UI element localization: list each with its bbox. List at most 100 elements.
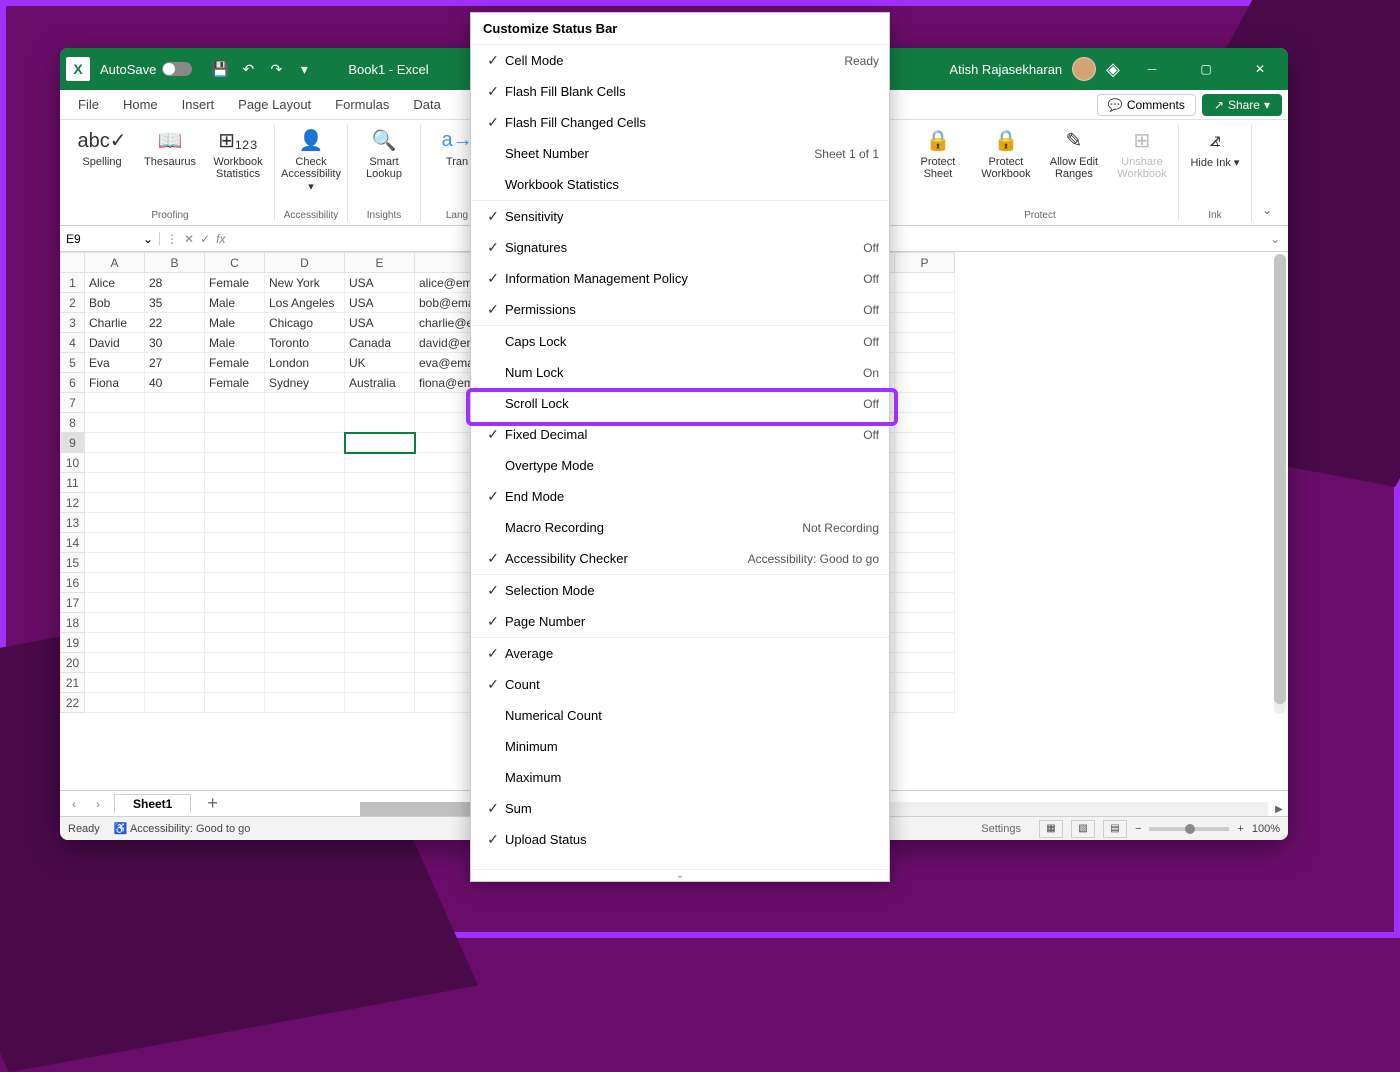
row-header[interactable]: 13 — [61, 513, 85, 533]
allow-edit-ranges-button[interactable]: ✎Allow Edit Ranges — [1044, 124, 1104, 180]
cell[interactable] — [345, 693, 415, 713]
cell[interactable] — [895, 413, 955, 433]
row-header[interactable]: 14 — [61, 533, 85, 553]
cell[interactable] — [145, 393, 205, 413]
cell[interactable] — [895, 273, 955, 293]
cell[interactable] — [85, 433, 145, 453]
cell[interactable] — [265, 493, 345, 513]
cell[interactable]: Canada — [345, 333, 415, 353]
cell[interactable]: Toronto — [265, 333, 345, 353]
cell[interactable] — [85, 593, 145, 613]
cell[interactable] — [345, 633, 415, 653]
status-bar-option[interactable]: ✓ Average — [471, 638, 889, 669]
cell[interactable] — [145, 473, 205, 493]
cell[interactable] — [345, 593, 415, 613]
cell[interactable] — [205, 613, 265, 633]
status-bar-option[interactable]: ✓ Selection Mode — [471, 575, 889, 606]
cell[interactable] — [145, 413, 205, 433]
cell[interactable] — [85, 633, 145, 653]
avatar-icon[interactable] — [1072, 57, 1096, 81]
tab-file[interactable]: File — [66, 91, 111, 118]
status-bar-option[interactable]: ✓ Signatures Off — [471, 232, 889, 263]
status-bar-option[interactable]: ✓ Information Management Policy Off — [471, 263, 889, 294]
row-header[interactable]: 8 — [61, 413, 85, 433]
cell[interactable] — [205, 393, 265, 413]
cell[interactable] — [265, 393, 345, 413]
column-header[interactable]: E — [345, 253, 415, 273]
cell[interactable] — [205, 473, 265, 493]
cell[interactable]: USA — [345, 313, 415, 333]
column-header[interactable]: P — [895, 253, 955, 273]
options-icon[interactable]: ⋮ — [166, 232, 178, 246]
cell[interactable] — [345, 473, 415, 493]
cell[interactable] — [205, 553, 265, 573]
cell[interactable] — [345, 493, 415, 513]
cell[interactable] — [895, 393, 955, 413]
status-bar-option[interactable]: Minimum — [471, 731, 889, 762]
cell[interactable] — [345, 433, 415, 453]
cell[interactable] — [265, 513, 345, 533]
row-header[interactable]: 5 — [61, 353, 85, 373]
select-all-corner[interactable] — [61, 253, 85, 273]
cell[interactable] — [265, 473, 345, 493]
cell[interactable] — [895, 373, 955, 393]
protect-workbook-button[interactable]: 🔒Protect Workbook — [976, 124, 1036, 180]
cell[interactable] — [205, 433, 265, 453]
row-header[interactable]: 1 — [61, 273, 85, 293]
collapse-ribbon-icon[interactable]: ⌄ — [1252, 199, 1282, 221]
status-bar-option[interactable]: ✓ Upload Status — [471, 824, 889, 855]
row-header[interactable]: 10 — [61, 453, 85, 473]
sheet-nav-next-icon[interactable]: › — [90, 797, 106, 811]
cell[interactable]: David — [85, 333, 145, 353]
cell[interactable] — [145, 673, 205, 693]
cell[interactable] — [345, 673, 415, 693]
column-header[interactable]: D — [265, 253, 345, 273]
cell[interactable]: New York — [265, 273, 345, 293]
maximize-button[interactable]: ▢ — [1184, 54, 1228, 84]
cell[interactable] — [145, 453, 205, 473]
cell[interactable] — [265, 613, 345, 633]
column-header[interactable]: B — [145, 253, 205, 273]
cell[interactable] — [895, 293, 955, 313]
cell[interactable] — [345, 513, 415, 533]
cell[interactable] — [85, 573, 145, 593]
status-bar-option[interactable]: Num Lock On — [471, 357, 889, 388]
row-header[interactable]: 18 — [61, 613, 85, 633]
status-bar-option[interactable]: Sheet Number Sheet 1 of 1 — [471, 138, 889, 169]
cell[interactable]: Los Angeles — [265, 293, 345, 313]
cell[interactable] — [345, 653, 415, 673]
cell[interactable] — [145, 573, 205, 593]
cell[interactable] — [895, 513, 955, 533]
row-header[interactable]: 7 — [61, 393, 85, 413]
protect-sheet-button[interactable]: 🔒Protect Sheet — [908, 124, 968, 180]
tab-page-layout[interactable]: Page Layout — [226, 91, 323, 118]
cell[interactable]: Alice — [85, 273, 145, 293]
cell[interactable] — [345, 613, 415, 633]
page-break-view-icon[interactable]: ▤ — [1103, 820, 1127, 838]
cell[interactable] — [145, 693, 205, 713]
zoom-slider[interactable] — [1149, 827, 1229, 831]
status-bar-option[interactable]: ✓ Fixed Decimal Off — [471, 419, 889, 450]
cell[interactable]: Chicago — [265, 313, 345, 333]
cell[interactable] — [145, 493, 205, 513]
cell[interactable]: London — [265, 353, 345, 373]
cell[interactable]: 27 — [145, 353, 205, 373]
row-header[interactable]: 9 — [61, 433, 85, 453]
status-bar-option[interactable]: Scroll Lock Off — [471, 388, 889, 419]
cell[interactable] — [145, 553, 205, 573]
cell[interactable] — [85, 613, 145, 633]
cell[interactable] — [85, 553, 145, 573]
scroll-right-icon[interactable]: ▶ — [1272, 802, 1286, 816]
zoom-percent[interactable]: 100% — [1252, 823, 1280, 835]
row-header[interactable]: 22 — [61, 693, 85, 713]
cell[interactable] — [265, 573, 345, 593]
minimize-button[interactable]: ─ — [1130, 54, 1174, 84]
sheet-nav-prev-icon[interactable]: ‹ — [66, 797, 82, 811]
row-header[interactable]: 3 — [61, 313, 85, 333]
cell[interactable] — [265, 593, 345, 613]
tab-formulas[interactable]: Formulas — [323, 91, 401, 118]
qat-dropdown-icon[interactable]: ▾ — [290, 55, 318, 83]
redo-icon[interactable]: ↷ — [262, 55, 290, 83]
cell[interactable] — [145, 593, 205, 613]
status-bar-option[interactable]: ✓ Sensitivity — [471, 201, 889, 232]
